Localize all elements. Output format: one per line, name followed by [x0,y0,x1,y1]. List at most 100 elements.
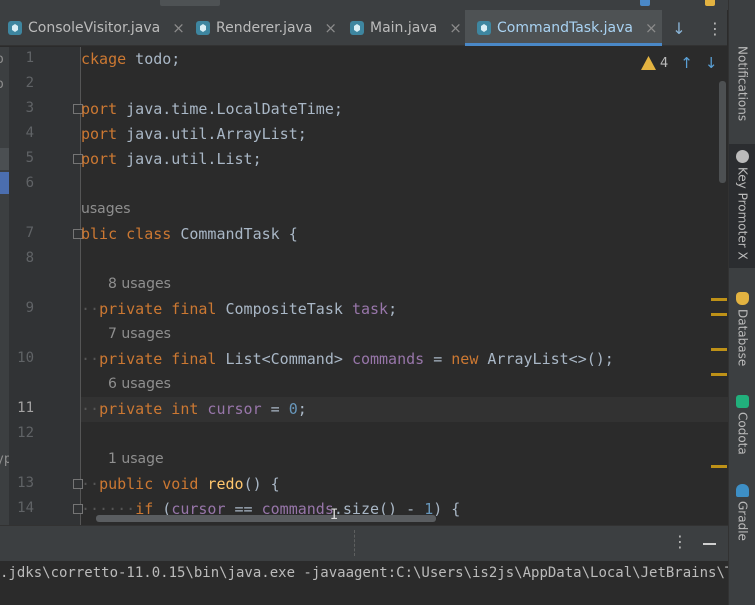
code-text: ; [297,400,307,418]
code-text: ) { [433,500,461,518]
tool-label: Gradle [735,501,750,541]
code-line-10: ··private final List<Command> commands =… [81,350,614,368]
keyword: new [451,350,479,368]
line-number: 14 [17,500,34,516]
line-number: 8 [25,250,34,266]
code-line-4: port java.util.ArrayList; [81,122,730,147]
tool-database[interactable]: Database [729,292,755,366]
toolbar-stub-icon[interactable] [705,0,715,6]
line-number: 9 [25,300,34,316]
options-icon[interactable]: ⋮ [672,532,688,551]
code-line-5: port java.util.List; [81,147,730,172]
project-panel-edge[interactable]: o o yp [0,47,9,525]
tab-options-icon[interactable]: ⋮ [703,10,727,46]
codota-icon [736,395,749,408]
usages-hint[interactable]: 8 usages [108,272,171,297]
mouse-cursor-icon: I [330,507,339,523]
field-name: cursor [198,400,262,418]
project-tree-row[interactable] [0,148,9,170]
code-editor[interactable]: ckage todo; port java.time.LocalDateTime… [81,47,730,525]
field-name: commands [351,350,425,368]
warning-marker[interactable] [711,313,727,316]
keyword: blic class [81,225,172,243]
tool-codota[interactable]: Codota [729,395,755,455]
previous-highlight-icon[interactable]: ↑ [680,54,693,72]
code-text: todo; [126,50,181,68]
tool-key-promoter-x[interactable]: Key Promoter X [729,144,755,268]
keyword: private final [99,300,217,318]
line-number-gutter[interactable]: 1 2 3 4 5 6 7 8 9 10 11 12 13 14 [9,47,83,525]
usages-hint[interactable]: 1 usage [108,447,164,472]
close-icon[interactable]: × [324,19,337,37]
minimize-icon[interactable] [703,543,716,545]
code-line-11-current: ··private int cursor = 0; [81,397,730,422]
tool-label: Notifications [735,46,750,122]
line-number: 12 [17,425,34,441]
line-number: 6 [25,175,34,191]
close-icon[interactable]: × [645,19,658,37]
tab-main[interactable]: Main.java × [340,10,465,46]
tool-notifications[interactable]: Notifications [729,42,755,121]
database-icon [736,292,749,305]
keyword: public void [99,475,199,493]
toolbar-stub-icon[interactable] [640,0,650,6]
error-stripe[interactable] [708,47,728,525]
usages-hint[interactable]: 6 usages [108,372,171,397]
line-number: 1 [25,50,34,66]
warning-marker[interactable] [711,348,727,351]
code-text: java.util.ArrayList; [117,125,307,143]
tab-label: Main.java [370,20,438,36]
keyword: ckage [81,50,127,68]
keyword: port [81,125,118,143]
field-name: task [351,300,389,318]
horizontal-scrollbar[interactable] [96,515,436,522]
run-config-stub[interactable] [160,0,220,6]
operator: = [424,350,452,368]
editor-tab-bar: ConsoleVisitor.java × Renderer.java × Ma… [0,10,727,46]
line-number: 10 [17,350,34,366]
method-name: redo [198,475,244,493]
tab-consolevisitor[interactable]: ConsoleVisitor.java × [0,10,186,46]
java-class-icon [8,21,22,35]
code-line-3: port java.time.LocalDateTime; [81,97,730,122]
line-number: 5 [25,150,34,166]
warning-marker[interactable] [711,465,727,468]
tab-renderer[interactable]: Renderer.java × [186,10,340,46]
code-line-1: ckage todo; [81,47,730,72]
type-name: CompositeTask [216,300,352,318]
line-number: 2 [25,75,34,91]
line-number: 13 [17,475,34,491]
warning-marker[interactable] [711,298,727,301]
gradle-icon [736,484,749,497]
close-icon[interactable]: × [172,19,185,37]
code-text: java.time.LocalDateTime; [117,100,343,118]
show-hidden-tabs-icon[interactable]: ↓ [666,10,692,46]
tab-label: ConsoleVisitor.java [28,20,161,36]
tool-label: Key Promoter X [735,167,750,260]
inspection-widget[interactable]: 4 ↑ ↓ [641,52,717,74]
java-class-icon [477,21,491,35]
usages-hint[interactable]: 7 usages [108,322,171,347]
vertical-scrollbar-thumb[interactable] [719,81,726,183]
keyword: private int [99,400,199,418]
tab-label: CommandTask.java [497,20,633,36]
tab-commandtask[interactable]: CommandTask.java × [465,10,662,46]
tool-label: Database [735,309,750,367]
key-promoter-icon [736,150,749,163]
divider [354,530,355,556]
operator: = [261,400,289,418]
code-text: java.util.List; [117,150,262,168]
project-tree-fragment: yp [0,452,9,467]
keyword: port [81,150,118,168]
tool-gradle[interactable]: Gradle [729,484,755,541]
warning-icon [641,56,656,70]
usages-hint[interactable]: usages [81,197,131,222]
project-tree-selected-row[interactable] [0,172,9,194]
close-icon[interactable]: × [449,19,462,37]
window-top-strip [0,0,755,10]
line-number: 3 [25,100,34,116]
warning-marker[interactable] [711,373,727,376]
run-console[interactable]: .jdks\corretto-11.0.15\bin\java.exe -jav… [0,561,728,605]
code-line-7: blic class CommandTask { [81,222,730,247]
project-tree-fragment: o [0,52,4,67]
